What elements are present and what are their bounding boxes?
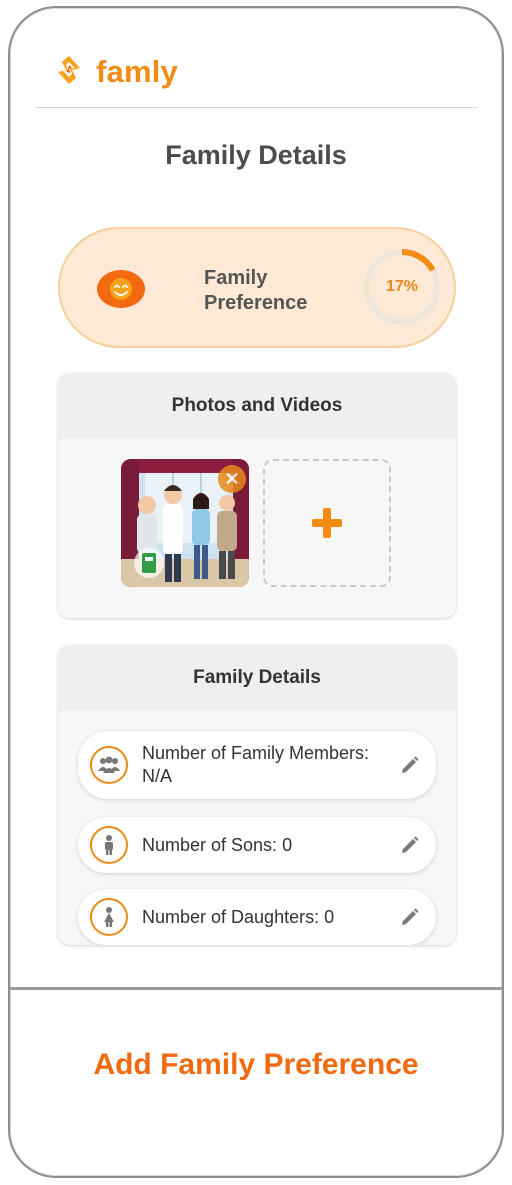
daughters-text: Number of Daughters: 0 [142,907,335,927]
famly-logo-icon [58,56,80,84]
family-details-section: Family Details Number of Family Members:… [58,645,456,945]
pencil-icon[interactable] [400,755,420,775]
daughters-row[interactable]: Number of Daughters: 0 [78,889,436,945]
photos-section: Photos and Videos ✕ [58,373,456,618]
page-title: Family Details [165,140,347,170]
remove-photo-button[interactable]: ✕ [218,465,246,493]
family-preference-label: Family Preference [204,267,308,314]
family-details-section-title: Family Details [58,645,456,711]
add-photo-button[interactable] [263,459,391,587]
family-members-row[interactable]: Number of Family Members: N/A [78,731,436,799]
pencil-icon[interactable] [400,907,420,927]
add-family-preference-button[interactable]: Add Family Preference [10,1048,502,1082]
pencil-icon[interactable] [400,835,420,855]
bottom-divider [10,987,502,990]
app-logo-text: famly [96,54,178,89]
phone-frame: famly Family Details Family Preference 1… [8,6,504,1178]
family-members-text: Number of Family Members: N/A [142,743,370,786]
group-icon [90,746,128,784]
header-divider [36,107,478,108]
photos-section-title: Photos and Videos [58,373,456,439]
family-preference-card[interactable]: Family Preference 17% [58,227,456,348]
sons-row[interactable]: Number of Sons: 0 [78,817,436,873]
sons-text: Number of Sons: 0 [142,835,293,855]
smiley-face-icon [97,270,145,308]
app-header: famly [10,8,502,108]
plus-icon [312,508,342,538]
progress-percent: 17% [385,278,419,295]
female-person-icon [90,898,128,936]
close-icon: ✕ [224,468,240,489]
male-person-icon [90,826,128,864]
